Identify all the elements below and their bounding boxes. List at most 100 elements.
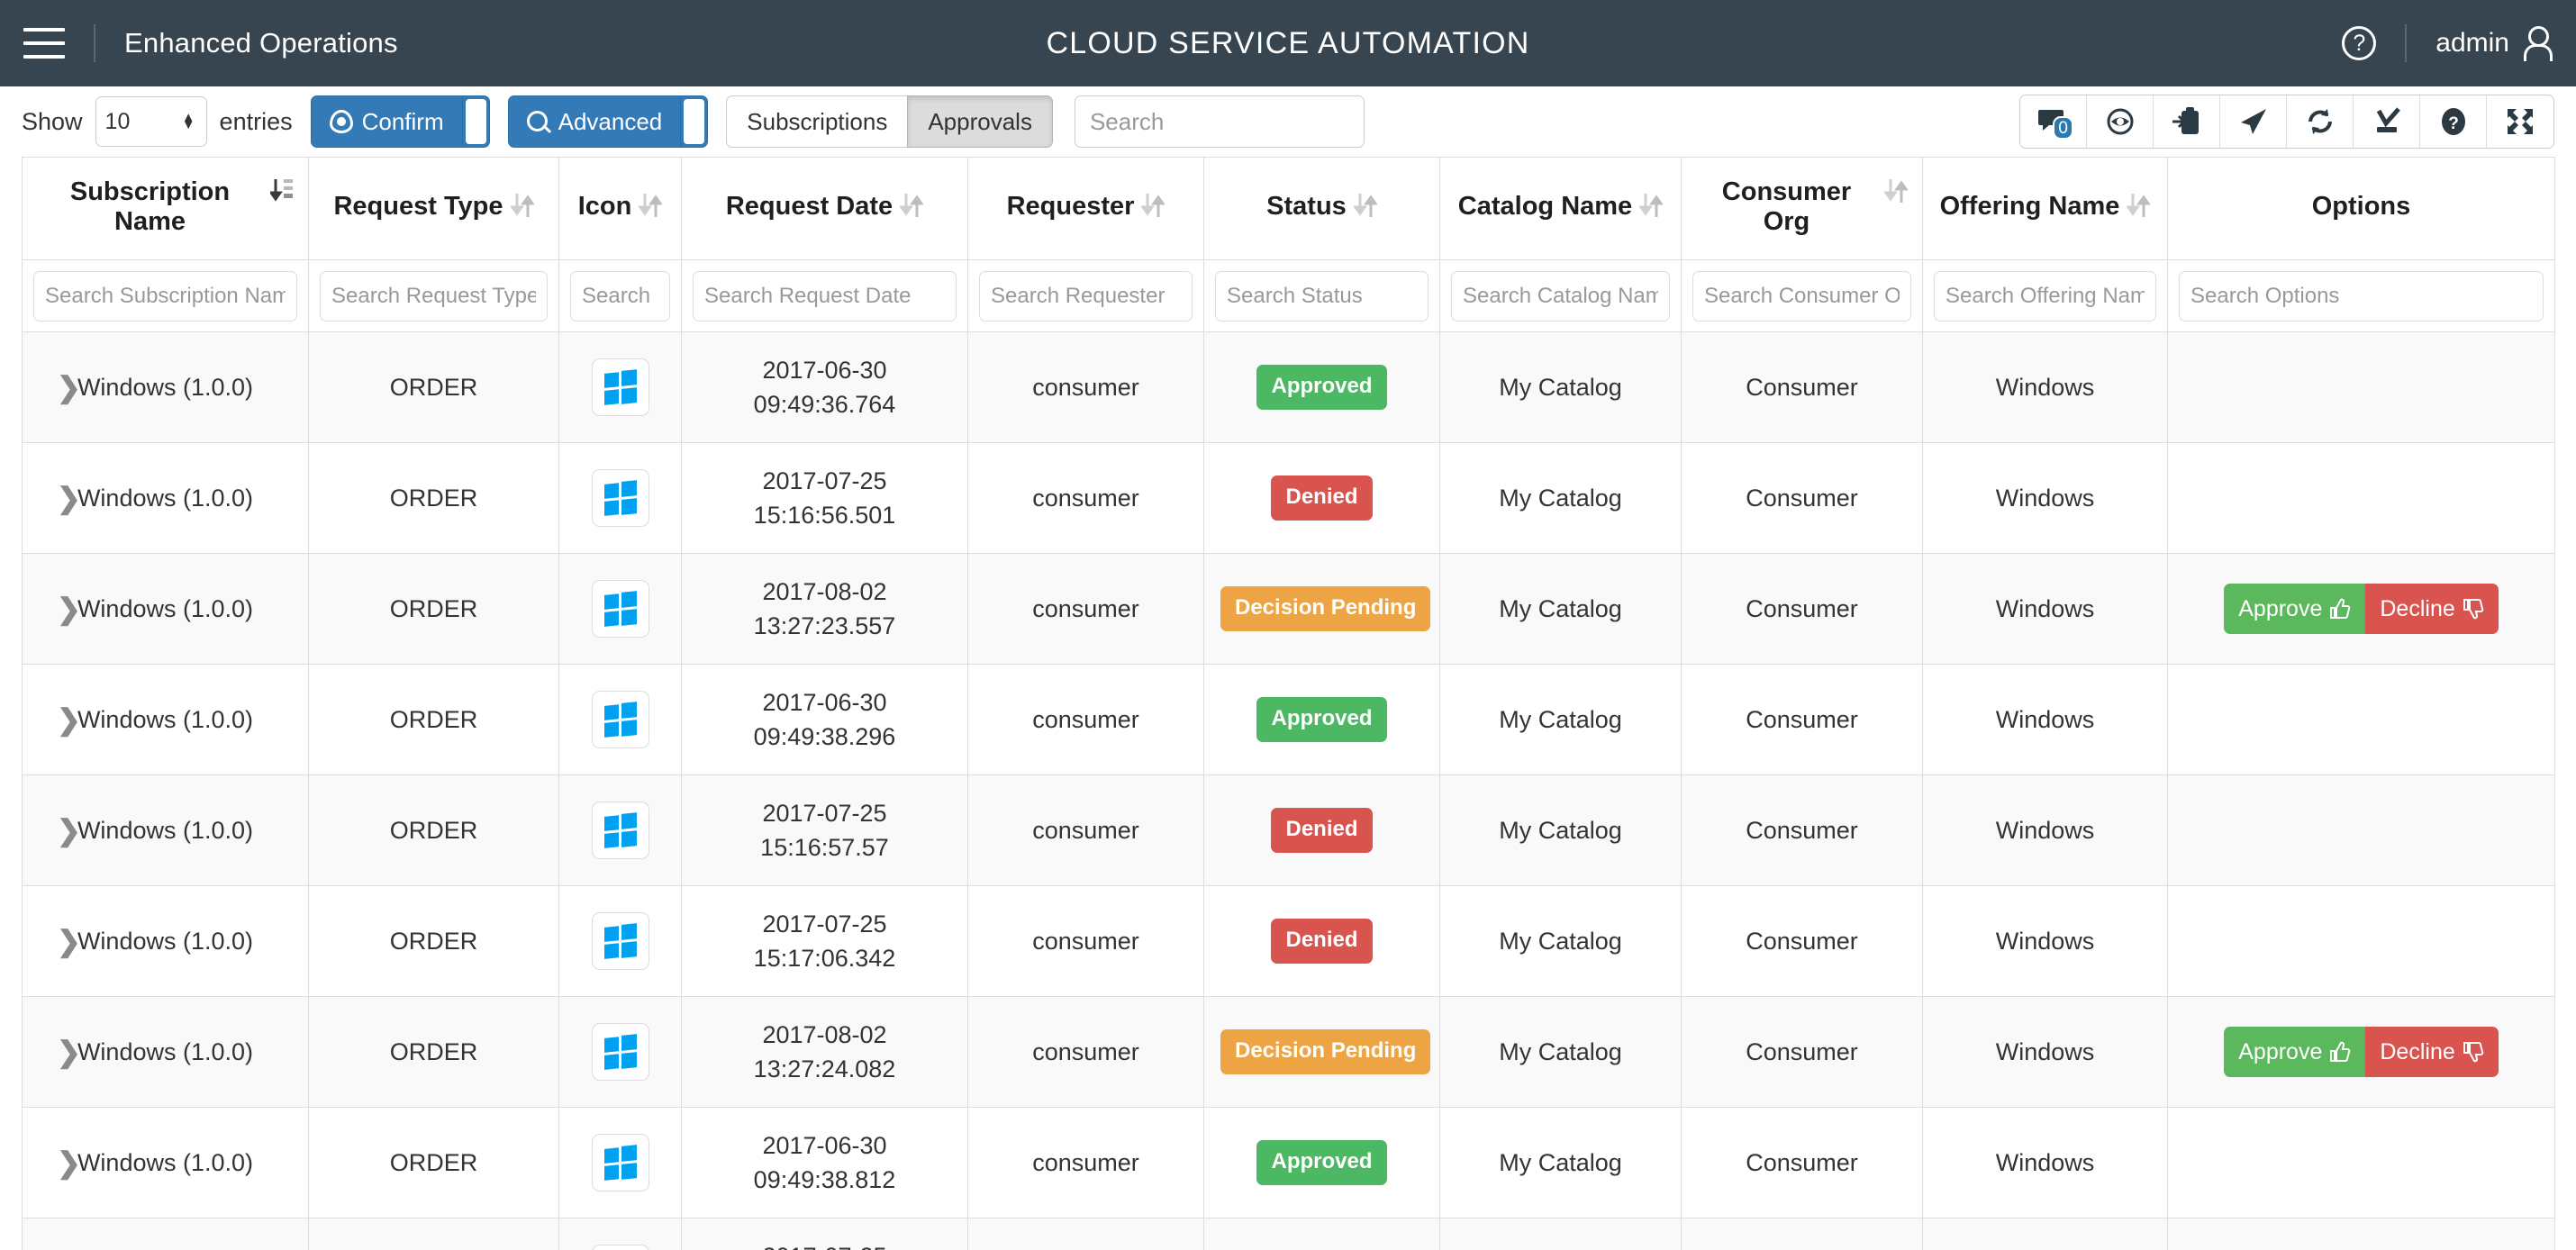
- expand-row-chevron-icon[interactable]: ❯: [57, 1037, 81, 1066]
- confirm-button[interactable]: Confirm: [311, 95, 463, 148]
- windows-icon[interactable]: [592, 358, 649, 416]
- column-header-subscription-name[interactable]: Subscription Name: [23, 158, 309, 260]
- column-header-consumer-org[interactable]: Consumer Org: [1682, 158, 1923, 260]
- app-header: Enhanced Operations CLOUD SERVICE AUTOMA…: [0, 0, 2576, 86]
- expand-row-chevron-icon[interactable]: ❯: [57, 927, 81, 956]
- filter-options[interactable]: [2179, 271, 2544, 322]
- expand-row-chevron-icon[interactable]: ❯: [57, 816, 81, 845]
- eye-icon[interactable]: [2087, 95, 2154, 148]
- table-row[interactable]: ❯Windows (1.0.0)ORDER2017-07-25 15:16:58…: [23, 1218, 2555, 1250]
- decline-button[interactable]: Decline: [2365, 1027, 2498, 1077]
- help-icon[interactable]: ?: [2420, 95, 2487, 148]
- advanced-button-label: Advanced: [558, 108, 663, 136]
- filter-catalog-name[interactable]: [1451, 271, 1670, 322]
- windows-icon[interactable]: [592, 469, 649, 527]
- approve-button[interactable]: Approve: [2224, 1027, 2365, 1077]
- advanced-button-group: Advanced: [508, 95, 709, 148]
- filter-request-date[interactable]: [693, 271, 957, 322]
- expand-row-chevron-icon[interactable]: ❯: [57, 373, 81, 402]
- cell-consumer-org: Consumer: [1682, 1218, 1923, 1250]
- cell-offering-name: Windows: [1923, 1218, 2168, 1250]
- confirm-dropdown-toggle[interactable]: [463, 95, 490, 148]
- expand-icon[interactable]: [2487, 95, 2553, 148]
- import-clipboard-icon[interactable]: [2154, 95, 2220, 148]
- table-row[interactable]: ❯Windows (1.0.0)ORDER2017-06-30 09:49:36…: [23, 332, 2555, 443]
- filter-subscription-name[interactable]: [33, 271, 297, 322]
- filter-status[interactable]: [1215, 271, 1429, 322]
- filter-requester[interactable]: [979, 271, 1193, 322]
- windows-logo: [604, 591, 637, 627]
- user-icon[interactable]: [2522, 26, 2549, 60]
- windows-icon[interactable]: [592, 802, 649, 859]
- expand-row-chevron-icon[interactable]: ❯: [57, 594, 81, 623]
- table-row[interactable]: ❯Windows (1.0.0)ORDER2017-08-02 13:27:24…: [23, 997, 2555, 1108]
- filter-offering-name[interactable]: [1934, 271, 2156, 322]
- cell-requester: consumer: [968, 665, 1204, 775]
- paper-plane-icon[interactable]: [2220, 95, 2287, 148]
- hamburger-menu-icon[interactable]: [23, 28, 65, 59]
- cell-consumer-org: Consumer: [1682, 332, 1923, 443]
- column-header-request-type[interactable]: Request Type: [309, 158, 559, 260]
- cell-consumer-org: Consumer: [1682, 1108, 1923, 1218]
- column-label: Catalog Name: [1458, 192, 1632, 221]
- subscription-name-text: Windows (1.0.0): [77, 1038, 253, 1065]
- windows-icon[interactable]: [592, 580, 649, 638]
- approve-button[interactable]: Approve: [2224, 584, 2365, 634]
- column-header-catalog-name[interactable]: Catalog Name: [1440, 158, 1682, 260]
- windows-icon[interactable]: [592, 1245, 649, 1250]
- table-row[interactable]: ❯Windows (1.0.0)ORDER2017-06-30 09:49:38…: [23, 665, 2555, 775]
- comment-count-badge: 0: [2053, 116, 2073, 140]
- cell-status: Approved: [1204, 332, 1440, 443]
- header-row: Subscription Name Request Type Icon Requ: [23, 158, 2555, 260]
- windows-icon[interactable]: [592, 1134, 649, 1191]
- cell-offering-name: Windows: [1923, 886, 2168, 997]
- search-input[interactable]: [1075, 95, 1365, 148]
- decline-button[interactable]: Decline: [2365, 584, 2498, 634]
- advanced-button[interactable]: Advanced: [508, 95, 682, 148]
- cell-catalog-name: My Catalog: [1440, 554, 1682, 665]
- cell-catalog-name: My Catalog: [1440, 1108, 1682, 1218]
- tab-subscriptions[interactable]: Subscriptions: [726, 95, 907, 148]
- table-row[interactable]: ❯Windows (1.0.0)ORDER2017-07-25 15:16:57…: [23, 775, 2555, 886]
- table-row[interactable]: ❯Windows (1.0.0)ORDER2017-08-02 13:27:23…: [23, 554, 2555, 665]
- cell-options: ApproveDecline: [2168, 554, 2555, 665]
- filter-cell-icon: [559, 260, 682, 332]
- refresh-icon[interactable]: [2287, 95, 2354, 148]
- table-row[interactable]: ❯Windows (1.0.0)ORDER2017-07-25 15:16:56…: [23, 443, 2555, 554]
- sort-icon: [1639, 190, 1663, 221]
- column-header-offering-name[interactable]: Offering Name: [1923, 158, 2168, 260]
- entries-per-page-select[interactable]: 10 ▲▼: [95, 96, 207, 147]
- action-icon-toolbar: 0: [2019, 95, 2554, 149]
- subscription-name-text: Windows (1.0.0): [77, 374, 253, 401]
- filter-request-type[interactable]: [320, 271, 548, 322]
- expand-row-chevron-icon[interactable]: ❯: [57, 705, 81, 734]
- windows-icon[interactable]: [592, 1023, 649, 1081]
- entries-value: 10: [105, 109, 131, 135]
- download-check-icon[interactable]: [2354, 95, 2420, 148]
- expand-row-chevron-icon[interactable]: ❯: [57, 1148, 81, 1177]
- filter-icon[interactable]: [570, 271, 670, 322]
- help-circle-icon[interactable]: ?: [2342, 26, 2376, 60]
- cell-status: Approved: [1204, 1108, 1440, 1218]
- sort-icon: [1354, 190, 1377, 221]
- column-label: Requester: [1007, 192, 1135, 221]
- column-header-request-date[interactable]: Request Date: [682, 158, 968, 260]
- comment-icon[interactable]: 0: [2020, 95, 2087, 148]
- tab-approvals[interactable]: Approvals: [907, 95, 1053, 148]
- table-row[interactable]: ❯Windows (1.0.0)ORDER2017-07-25 15:17:06…: [23, 886, 2555, 997]
- filter-consumer-org[interactable]: [1692, 271, 1911, 322]
- windows-icon[interactable]: [592, 691, 649, 748]
- filter-cell-catalog-name: [1440, 260, 1682, 332]
- column-header-icon[interactable]: Icon: [559, 158, 682, 260]
- advanced-dropdown-toggle[interactable]: [681, 95, 708, 148]
- entries-label: entries: [220, 108, 293, 136]
- status-badge: Approved: [1256, 365, 1386, 410]
- table-row[interactable]: ❯Windows (1.0.0)ORDER2017-06-30 09:49:38…: [23, 1108, 2555, 1218]
- expand-row-chevron-icon[interactable]: ❯: [57, 484, 81, 512]
- cell-offering-name: Windows: [1923, 997, 2168, 1108]
- column-header-requester[interactable]: Requester: [968, 158, 1204, 260]
- thumbs-down-icon: [2463, 598, 2484, 620]
- cell-request-type: ORDER: [309, 665, 559, 775]
- column-header-status[interactable]: Status: [1204, 158, 1440, 260]
- windows-icon[interactable]: [592, 912, 649, 970]
